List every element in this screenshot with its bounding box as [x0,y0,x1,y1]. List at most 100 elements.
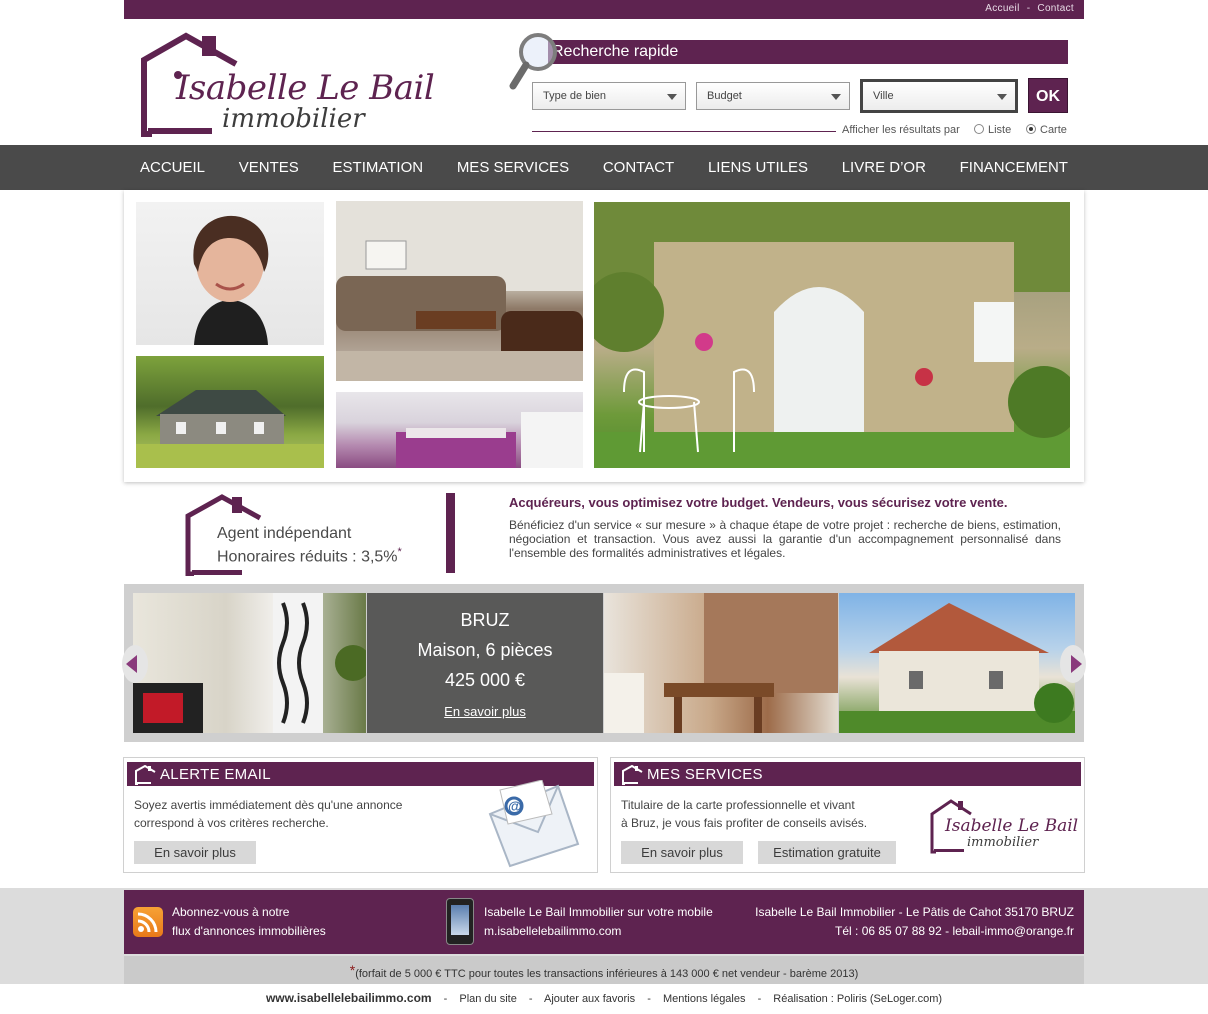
address-line1: Isabelle Le Bail Immobilier - Le Pâtis d… [755,905,1074,919]
alert-email-text-line2: correspond à vos critères recherche. [134,816,329,830]
ville-select[interactable]: Ville [860,79,1018,113]
search-title-bar: Recherche rapide [548,40,1068,64]
footer-favoris-link[interactable]: Ajouter aux favoris [544,993,635,1005]
garden-photo [594,202,1070,468]
nav-item-liens-utiles[interactable]: LIENS UTILES [708,145,808,190]
agent-line2: Honoraires réduits : 3,5%* [217,546,402,566]
carousel-next[interactable] [1060,645,1086,683]
footer-plan-link[interactable]: Plan du site [459,993,516,1005]
logo-line2: immobilier [222,104,365,134]
results-label: Afficher les résultats par [842,124,960,136]
bedroom-photo [336,392,583,468]
type-de-bien-select[interactable]: Type de bien [532,82,686,110]
chevron-down-icon [831,94,841,100]
slide-type: Maison, 6 pièces [417,640,553,660]
nav-item-ventes[interactable]: VENTES [239,145,299,190]
phone-screen [451,905,469,935]
mini-logo-line1: Isabelle Le Bail [945,816,1079,836]
house-small-icon [622,765,643,785]
radio-carte[interactable]: Carte [1026,124,1067,136]
footer-sep: - [647,993,651,1005]
services-text-line2: à Bruz, je vous fais profiter de conseil… [621,816,868,830]
nav-item-estimation[interactable]: ESTIMATION [333,145,424,190]
living-room-photo [336,201,583,381]
nav-item-livre-dor[interactable]: LIVRE D’OR [842,145,926,190]
slide-price: 425 000 € [444,670,526,690]
carousel-slide[interactable] [133,593,366,733]
budget-value: Budget [707,90,742,102]
address-line2: Tél : 06 85 07 88 92 - lebail-immo@orang… [835,924,1074,938]
phone-icon [446,898,474,945]
mobile-line1: Isabelle Le Bail Immobilier sur votre mo… [484,905,713,919]
alert-email-text: Soyez avertis immédiatement dès qu'une a… [134,796,402,832]
services-box: MES SERVICES Titulaire de la carte profe… [610,757,1085,873]
arrow-right-icon [1071,655,1082,673]
logo-line1: Isabelle Le Bail [176,68,435,108]
footer-sep: - [443,993,448,1005]
agent-line1: Agent indépendant [217,525,352,542]
alert-email-title: ALERTE EMAIL [160,766,271,783]
slide-more-link[interactable]: En savoir plus [367,704,603,719]
slide-city: BRUZ [460,610,510,630]
footer-links: www.isabellelebailimmo.com - Plan du sit… [0,991,1208,1005]
nav-item-mes-services[interactable]: MES SERVICES [457,145,569,190]
cottage-photo [136,356,324,468]
footer-realisation-link[interactable]: Réalisation : Poliris (SeLoger.com) [773,993,942,1005]
top-bar: Accueil - Contact [124,0,1084,19]
footer-note-text: (forfait de 5 000 € TTC pour toutes les … [355,968,859,980]
mobile-text[interactable]: Isabelle Le Bail Immobilier sur votre mo… [484,903,713,941]
carousel-slide[interactable] [839,593,1075,733]
type-de-bien-value: Type de bien [543,90,606,102]
agent-fees: Honoraires réduits : 3,5% [217,548,398,566]
radio-liste[interactable]: Liste [974,124,1011,136]
budget-select[interactable]: Budget [696,82,850,110]
services-text: Titulaire de la carte professionnelle et… [621,796,867,832]
svg-text:@: @ [508,798,522,814]
ok-button[interactable]: OK [1028,78,1068,113]
rss-line2: flux d'annonces immobilières [172,924,326,938]
nav-item-contact[interactable]: CONTACT [603,145,674,190]
footer-note: *(forfait de 5 000 € TTC pour toutes les… [124,956,1084,984]
free-estimation-button[interactable]: Estimation gratuite [758,841,896,864]
agent-star: * [397,546,402,558]
footer-site-link[interactable]: www.isabellelebailimmo.com [266,991,432,1005]
carousel-slide[interactable] [604,593,838,733]
main-nav: ACCUEIL VENTES ESTIMATION MES SERVICES C… [0,145,1208,190]
alert-email-box: ALERTE EMAIL Soyez avertis immédiatement… [123,757,598,873]
mini-logo-line2: immobilier [967,835,1039,850]
rss-line1: Abonnez-vous à notre [172,905,290,919]
envelope-icon: @ [488,780,580,868]
footer-mentions-link[interactable]: Mentions légales [663,993,746,1005]
rss-text[interactable]: Abonnez-vous à notre flux d'annonces imm… [172,903,326,941]
radio-liste-dot[interactable] [974,124,984,134]
rss-icon[interactable] [133,907,163,937]
results-divider [532,131,836,132]
arrow-left-icon [126,655,137,673]
nav-item-financement[interactable]: FINANCEMENT [960,145,1068,190]
services-more-button[interactable]: En savoir plus [621,841,743,864]
radio-carte-dot[interactable] [1026,124,1036,134]
intro-text: Bénéficiez d'un service « sur mesure » à… [509,518,1061,560]
radio-carte-label: Carte [1040,124,1067,136]
alert-email-text-line1: Soyez avertis immédiatement dès qu'une a… [134,798,403,812]
chevron-down-icon [667,94,677,100]
top-link-separator: - [1026,3,1031,14]
nav-item-accueil[interactable]: ACCUEIL [140,145,205,190]
top-link-contact[interactable]: Contact [1037,3,1074,14]
footer-sep: - [528,993,533,1005]
property-carousel: BRUZ Maison, 6 pièces 425 000 € En savoi… [122,584,1086,742]
site-logo[interactable]: Isabelle Le Bail immobilier [136,30,435,140]
chevron-down-icon [997,94,1007,100]
mobile-line2[interactable]: m.isabellelebailimmo.com [484,922,713,941]
intro-title: Acquéreurs, vous optimisez votre budget.… [509,495,1008,510]
agent-block: Agent indépendant Honoraires réduits : 3… [184,494,454,576]
house-small-icon [135,765,156,785]
portrait-photo [136,202,324,345]
top-link-accueil[interactable]: Accueil [985,3,1019,14]
agent-divider [446,493,455,573]
photo-panel [124,190,1084,482]
carousel-prev[interactable] [122,645,148,683]
carousel-slide-featured[interactable]: BRUZ Maison, 6 pièces 425 000 € En savoi… [367,593,603,733]
services-text-line1: Titulaire de la carte professionnelle et… [621,798,855,812]
alert-more-button[interactable]: En savoir plus [134,841,256,864]
